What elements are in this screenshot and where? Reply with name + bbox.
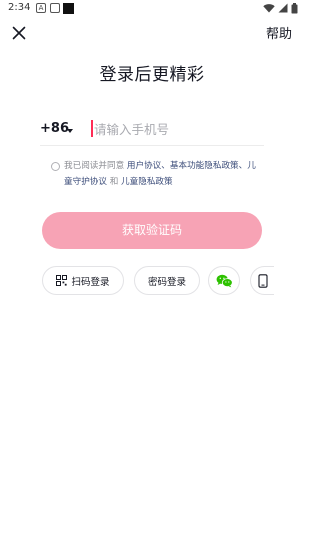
- wechat-icon: [216, 274, 233, 287]
- status-bar: 2:34 A: [0, 0, 304, 16]
- child-privacy-link[interactable]: 儿童隐私政策: [121, 177, 173, 187]
- text-cursor: [91, 120, 93, 137]
- phone-login-button[interactable]: [250, 266, 274, 295]
- close-icon: [12, 26, 26, 40]
- signal-icon: [278, 3, 288, 13]
- phone-row: +86: [40, 116, 264, 146]
- battery-icon: [291, 2, 298, 13]
- qr-scan-icon: [56, 275, 68, 286]
- password-login-button[interactable]: 密码登录: [134, 266, 200, 295]
- dropdown-arrow-icon: [67, 129, 73, 133]
- help-link[interactable]: 帮助: [266, 23, 292, 42]
- phone-input[interactable]: [94, 118, 262, 140]
- page-title: 登录后更精彩: [99, 65, 205, 85]
- notification-icon: A: [36, 3, 46, 13]
- password-login-label: 密码登录: [147, 276, 186, 288]
- qr-login-button[interactable]: 扫码登录: [42, 266, 124, 295]
- get-code-button[interactable]: 获取验证码: [42, 212, 262, 249]
- agreement-text: 我已阅读并同意 用户协议、基本功能隐私政策、儿童守护协议 和 儿童隐私政策: [64, 158, 264, 190]
- user-agreement-link[interactable]: 用户协议: [127, 161, 161, 171]
- country-code: +86: [40, 121, 69, 136]
- notification-icon: [63, 3, 74, 14]
- qr-login-label: 扫码登录: [71, 276, 110, 288]
- phone-icon: [257, 273, 268, 288]
- close-button[interactable]: [8, 22, 30, 44]
- privacy-policy-link[interactable]: 基本功能隐私政策: [170, 161, 239, 171]
- wechat-login-button[interactable]: [208, 266, 240, 295]
- agreement-separator: 、: [161, 161, 170, 171]
- notification-icon: [50, 3, 60, 13]
- agreement-separator: 、: [238, 161, 248, 171]
- wifi-icon: [263, 4, 275, 13]
- agreement-prefix: 我已阅读并同意: [64, 161, 127, 171]
- status-indicators: [263, 2, 298, 14]
- agreement-checkbox[interactable]: [51, 162, 60, 171]
- status-time: 2:34: [8, 2, 31, 13]
- agreement-conjunction: 和: [106, 177, 122, 187]
